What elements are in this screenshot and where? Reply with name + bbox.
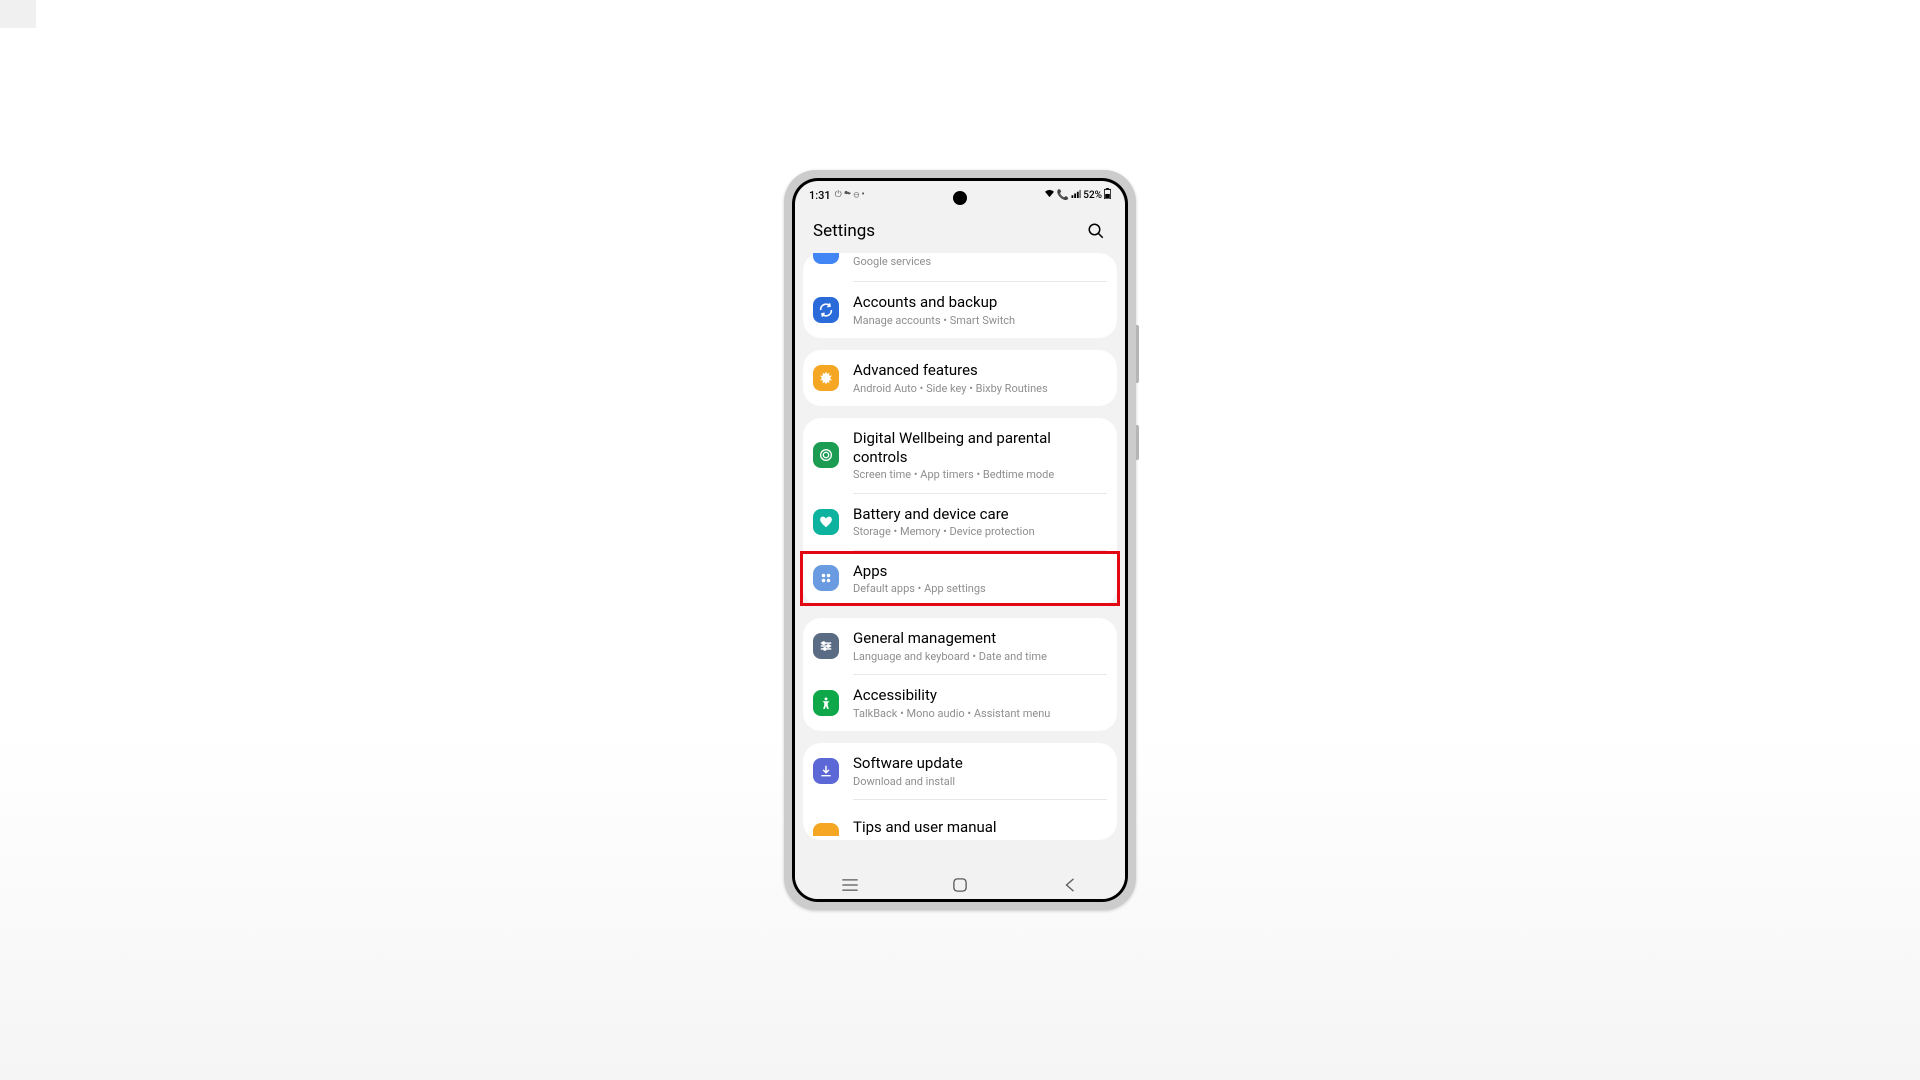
settings-item-accessibility[interactable]: Accessibility TalkBack • Mono audio • As… (803, 675, 1117, 731)
settings-subtitle: Default apps • App settings (853, 582, 1107, 595)
heart-icon (813, 509, 839, 535)
nav-back-button[interactable] (1040, 878, 1100, 892)
back-icon (1065, 878, 1075, 892)
settings-group: Digital Wellbeing and parental controls … (803, 418, 1117, 607)
settings-group: General management Language and keyboard… (803, 618, 1117, 731)
home-icon (953, 878, 967, 892)
search-icon (1087, 222, 1105, 240)
settings-subtitle: TalkBack • Mono audio • Assistant menu (853, 707, 1107, 720)
download-icon (813, 758, 839, 784)
settings-title: Tips and user manual (853, 818, 1107, 837)
settings-subtitle: Google services (853, 255, 1107, 268)
phone-side-button-2 (1136, 425, 1139, 460)
status-indicators: ⏻ ☁ ⊖ • (835, 190, 865, 200)
settings-item-text: Accounts and backup Manage accounts • Sm… (853, 293, 1107, 327)
settings-item-battery-device-care[interactable]: Battery and device care Storage • Memory… (803, 494, 1117, 550)
settings-item-text: Digital Wellbeing and parental controls … (853, 429, 1107, 482)
google-icon (813, 253, 839, 264)
settings-title: Accounts and backup (853, 293, 1107, 312)
settings-title: Apps (853, 562, 1107, 581)
phone-side-button-1 (1136, 325, 1139, 383)
settings-item-text: Tips and user manual (853, 818, 1107, 837)
settings-item-text: Accessibility TalkBack • Mono audio • As… (853, 686, 1107, 720)
battery-percent: 52% (1083, 190, 1102, 201)
settings-title: Battery and device care (853, 505, 1107, 524)
settings-title: General management (853, 629, 1107, 648)
gear-icon (813, 365, 839, 391)
battery-icon (1104, 188, 1111, 202)
phone-screen: 1:31 ⏻ ☁ ⊖ • 📞 52% (795, 181, 1125, 899)
settings-group: Software update Download and install Tip… (803, 743, 1117, 840)
search-button[interactable] (1085, 220, 1107, 242)
sliders-icon (813, 633, 839, 659)
recents-icon (842, 879, 858, 891)
settings-item-text: Software update Download and install (853, 754, 1107, 788)
settings-subtitle: Language and keyboard • Date and time (853, 650, 1107, 663)
status-bar-left: 1:31 ⏻ ☁ ⊖ • (809, 189, 865, 202)
page-title: Settings (813, 221, 875, 241)
settings-subtitle: Download and install (853, 775, 1107, 788)
phone-frame: 1:31 ⏻ ☁ ⊖ • 📞 52% (784, 170, 1136, 910)
settings-item-text: General management Language and keyboard… (853, 629, 1107, 663)
app-header: Settings (795, 209, 1125, 253)
settings-subtitle: Manage accounts • Smart Switch (853, 314, 1107, 327)
settings-item-text: Google services (853, 253, 1107, 268)
settings-title: Digital Wellbeing and parental controls (853, 429, 1107, 467)
camera-punch-hole (953, 191, 967, 205)
settings-subtitle: Storage • Memory • Device protection (853, 525, 1107, 538)
signal-icon (1071, 189, 1081, 201)
settings-item-tips-manual[interactable]: Tips and user manual (803, 800, 1117, 840)
page-corner-decoration (0, 0, 36, 28)
settings-title: Software update (853, 754, 1107, 773)
settings-item-accounts-backup[interactable]: Accounts and backup Manage accounts • Sm… (803, 282, 1117, 338)
phone-inner-frame: 1:31 ⏻ ☁ ⊖ • 📞 52% (792, 178, 1128, 902)
status-time: 1:31 (809, 189, 831, 202)
settings-group: Google services Accounts and backup Mana… (803, 253, 1117, 338)
wifi-icon (1044, 189, 1055, 201)
settings-item-advanced-features[interactable]: Advanced features Android Auto • Side ke… (803, 350, 1117, 406)
settings-group: Advanced features Android Auto • Side ke… (803, 350, 1117, 406)
book-icon (813, 823, 839, 836)
settings-content[interactable]: Google services Accounts and backup Mana… (795, 253, 1125, 871)
settings-item-digital-wellbeing[interactable]: Digital Wellbeing and parental controls … (803, 418, 1117, 493)
settings-item-general-management[interactable]: General management Language and keyboard… (803, 618, 1117, 674)
settings-title: Advanced features (853, 361, 1107, 380)
grid-icon (813, 565, 839, 591)
refresh-icon (813, 297, 839, 323)
navigation-bar (795, 871, 1125, 899)
settings-title: Accessibility (853, 686, 1107, 705)
nav-home-button[interactable] (930, 878, 990, 892)
settings-item-text: Apps Default apps • App settings (853, 562, 1107, 596)
nav-recents-button[interactable] (820, 879, 880, 891)
settings-subtitle: Android Auto • Side key • Bixby Routines (853, 382, 1107, 395)
person-icon (813, 690, 839, 716)
target-icon (813, 442, 839, 468)
settings-item-google-services[interactable]: Google services (803, 253, 1117, 281)
settings-item-text: Battery and device care Storage • Memory… (853, 505, 1107, 539)
settings-item-apps[interactable]: Apps Default apps • App settings (803, 551, 1117, 607)
settings-subtitle: Screen time • App timers • Bedtime mode (853, 468, 1107, 481)
status-bar-right: 📞 52% (1044, 188, 1111, 202)
call-icon: 📞 (1057, 190, 1069, 201)
settings-item-software-update[interactable]: Software update Download and install (803, 743, 1117, 799)
settings-item-text: Advanced features Android Auto • Side ke… (853, 361, 1107, 395)
